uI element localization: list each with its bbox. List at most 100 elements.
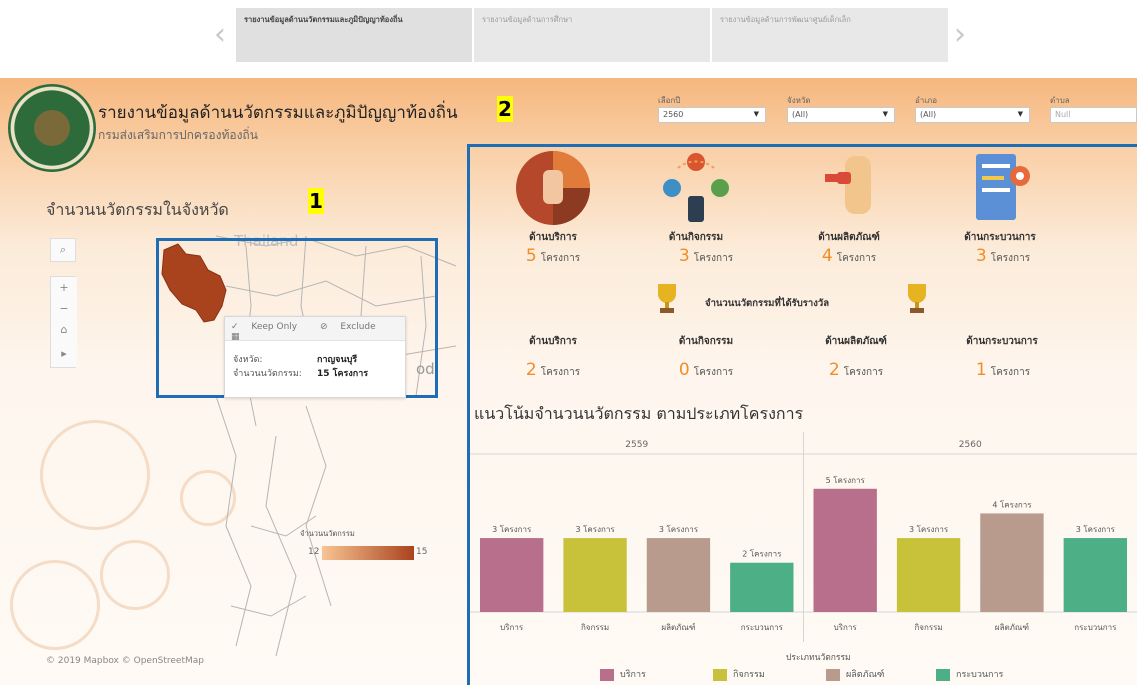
filter-province-select[interactable]: (All) ▼ xyxy=(787,107,895,123)
keep-only-label: Keep Only xyxy=(251,322,298,332)
map-play-button[interactable]: ▸ xyxy=(51,343,77,367)
filter-district-select[interactable]: (All) ▼ xyxy=(915,107,1030,123)
map-home-button[interactable]: ⌂ xyxy=(51,319,77,343)
zoom-in-button[interactable]: + xyxy=(51,277,77,301)
count-value: 2 xyxy=(525,360,537,380)
legend-item-process[interactable]: กระบวนการ xyxy=(936,667,1003,681)
count-unit: โครงการ xyxy=(836,253,877,264)
chart-data-label: 4 โครงการ xyxy=(992,499,1032,509)
chart-tick-label: กระบวนการ xyxy=(741,623,784,632)
category-product-name: ด้านผลิตภัณฑ์ xyxy=(818,232,880,243)
count-value: 0 xyxy=(678,360,690,380)
chart-data-label: 3 โครงการ xyxy=(659,524,699,534)
chart-data-label: 3 โครงการ xyxy=(492,524,532,534)
filter-province-value: (All) xyxy=(792,110,809,119)
legend-item-activity[interactable]: กิจกรรม xyxy=(713,667,765,681)
count-value: 1 xyxy=(975,360,987,380)
home-icon: ⌂ xyxy=(60,323,68,336)
exclude-icon: ⊘ xyxy=(320,322,331,332)
dashboard-root: { "tabs": { "items": [ {"label": "รายงาน… xyxy=(0,0,1137,685)
legend-item-product[interactable]: ผลิตภัณฑ์ xyxy=(826,667,884,681)
tab-childcare[interactable]: รายงานข้อมูลด้านการพัฒนาศูนย์เด็กเล็ก xyxy=(712,8,948,62)
count-unit: โครงการ xyxy=(693,253,734,264)
chart-bar[interactable] xyxy=(813,488,877,612)
filter-subdistrict-select[interactable]: Null xyxy=(1050,107,1137,123)
trend-bar-chart[interactable]: 2559 3 โครงการบริการ 3 โครงการกิจกรรม 3 โคร… xyxy=(470,432,1137,642)
chart-data-label: 3 โครงการ xyxy=(909,524,949,534)
tab-education[interactable]: รายงานข้อมูลด้านการศึกษา xyxy=(474,8,710,62)
chart-bar[interactable] xyxy=(730,562,794,612)
tooltip-count-label: จำนวนนวัตกรรม: xyxy=(233,369,302,379)
view-data-icon[interactable]: ▦ xyxy=(231,332,240,342)
map-title: จำนวนนวัตกรรมในจังหวัด xyxy=(46,200,229,219)
department-logo-icon xyxy=(8,84,96,172)
chart-bar[interactable] xyxy=(480,538,544,612)
legend-swatch xyxy=(826,668,840,681)
count-unit: โครงการ xyxy=(540,253,581,264)
award-process-count: 1 โครงการ xyxy=(943,360,1063,380)
count-unit: โครงการ xyxy=(990,253,1031,264)
dropdown-arrow-icon: ▼ xyxy=(882,110,888,118)
tooltip-count-value: 15 โครงการ xyxy=(317,369,369,379)
legend-swatch xyxy=(600,668,614,681)
chart-data-label: 5 โครงการ xyxy=(826,475,866,485)
dashboard-tab-strip: ‹ รายงานข้อมูลด้านนวัตกรรมและภูมิปัญญาท้… xyxy=(210,6,980,64)
count-value: 3 xyxy=(975,246,987,266)
award-process-name: ด้านกระบวนการ xyxy=(966,336,1038,347)
filter-year-label: เลือกปี xyxy=(658,96,681,105)
chart-bar[interactable] xyxy=(563,538,627,612)
filter-year-select[interactable]: 2560 ▼ xyxy=(658,107,766,123)
legend-swatch xyxy=(713,668,727,681)
category-service-count: 5 โครงการ xyxy=(493,246,613,266)
exclude-button[interactable]: ⊘ Exclude xyxy=(320,322,386,332)
chart-bar[interactable] xyxy=(896,538,961,612)
plus-icon: + xyxy=(59,281,69,294)
chart-bar[interactable] xyxy=(980,513,1044,612)
zoom-out-button[interactable]: − xyxy=(51,301,77,319)
map-legend-gradient xyxy=(322,546,414,560)
filter-subdistrict: ตำบล Null xyxy=(1050,94,1137,123)
award-product-count: 2 โครงการ xyxy=(796,360,916,380)
chart-legend-title: ประเภทนวัตกรรม xyxy=(786,653,851,663)
award-activity-name: ด้านกิจกรรม xyxy=(678,336,734,347)
filter-province-label: จังหวัด xyxy=(787,96,811,105)
product-hand-icon xyxy=(811,150,887,226)
chart-panel-header: 2560 xyxy=(959,440,982,450)
keep-only-button[interactable]: ✓ Keep Only xyxy=(231,322,307,332)
filter-district-label: อำเภอ xyxy=(915,96,938,105)
award-activity-count: 0 โครงการ xyxy=(646,360,766,380)
decorative-doodle-icon xyxy=(10,560,100,650)
trophy-icon xyxy=(908,284,926,313)
tab-innovation[interactable]: รายงานข้อมูลด้านนวัตกรรมและภูมิปัญญาท้อง… xyxy=(236,8,472,62)
filter-year: เลือกปี 2560 ▼ xyxy=(658,94,766,123)
map-legend-title: จำนวนนวัตกรรม xyxy=(300,529,355,538)
legend-swatch xyxy=(936,668,950,681)
award-service-count: 2 โครงการ xyxy=(493,360,613,380)
legend-item-service[interactable]: บริการ xyxy=(600,667,646,681)
chart-bar[interactable] xyxy=(646,538,711,612)
map-controls: ⌕ + − ⌂ ▸ xyxy=(50,238,77,368)
search-icon: ⌕ xyxy=(59,243,67,256)
category-product-count: 4 โครงการ xyxy=(789,246,909,266)
legend-label: กระบวนการ xyxy=(956,670,1004,680)
filter-subdistrict-label: ตำบล xyxy=(1050,96,1070,105)
count-unit: โครงการ xyxy=(990,367,1031,378)
activity-people-icon xyxy=(658,150,734,226)
process-document-gear-icon xyxy=(962,150,1038,226)
count-value: 4 xyxy=(821,246,833,266)
chevron-right-icon[interactable]: › xyxy=(954,20,966,50)
chevron-left-icon[interactable]: ‹ xyxy=(214,20,226,50)
map-search-button[interactable]: ⌕ xyxy=(50,238,76,262)
chart-tick-label: ผลิตภัณฑ์ xyxy=(661,622,695,632)
count-value: 2 xyxy=(828,360,840,380)
tooltip-count-row: จำนวนนวัตกรรม: 15 โครงการ xyxy=(225,363,405,379)
dropdown-arrow-icon: ▼ xyxy=(753,110,759,118)
chart-bar[interactable] xyxy=(1063,538,1127,612)
count-unit: โครงการ xyxy=(843,367,884,378)
tooltip-province-label: จังหวัด: xyxy=(233,355,263,365)
tooltip-province-row: จังหวัด: กาญจนบุรี xyxy=(225,349,405,365)
category-process-count: 3 โครงการ xyxy=(943,246,1063,266)
filter-district: อำเภอ (All) ▼ xyxy=(915,94,1030,123)
trophy-icon xyxy=(658,284,676,313)
map-tooltip: ✓ Keep Only ⊘ Exclude ▦ จังหวัด: กาญจนบุ… xyxy=(224,316,406,398)
